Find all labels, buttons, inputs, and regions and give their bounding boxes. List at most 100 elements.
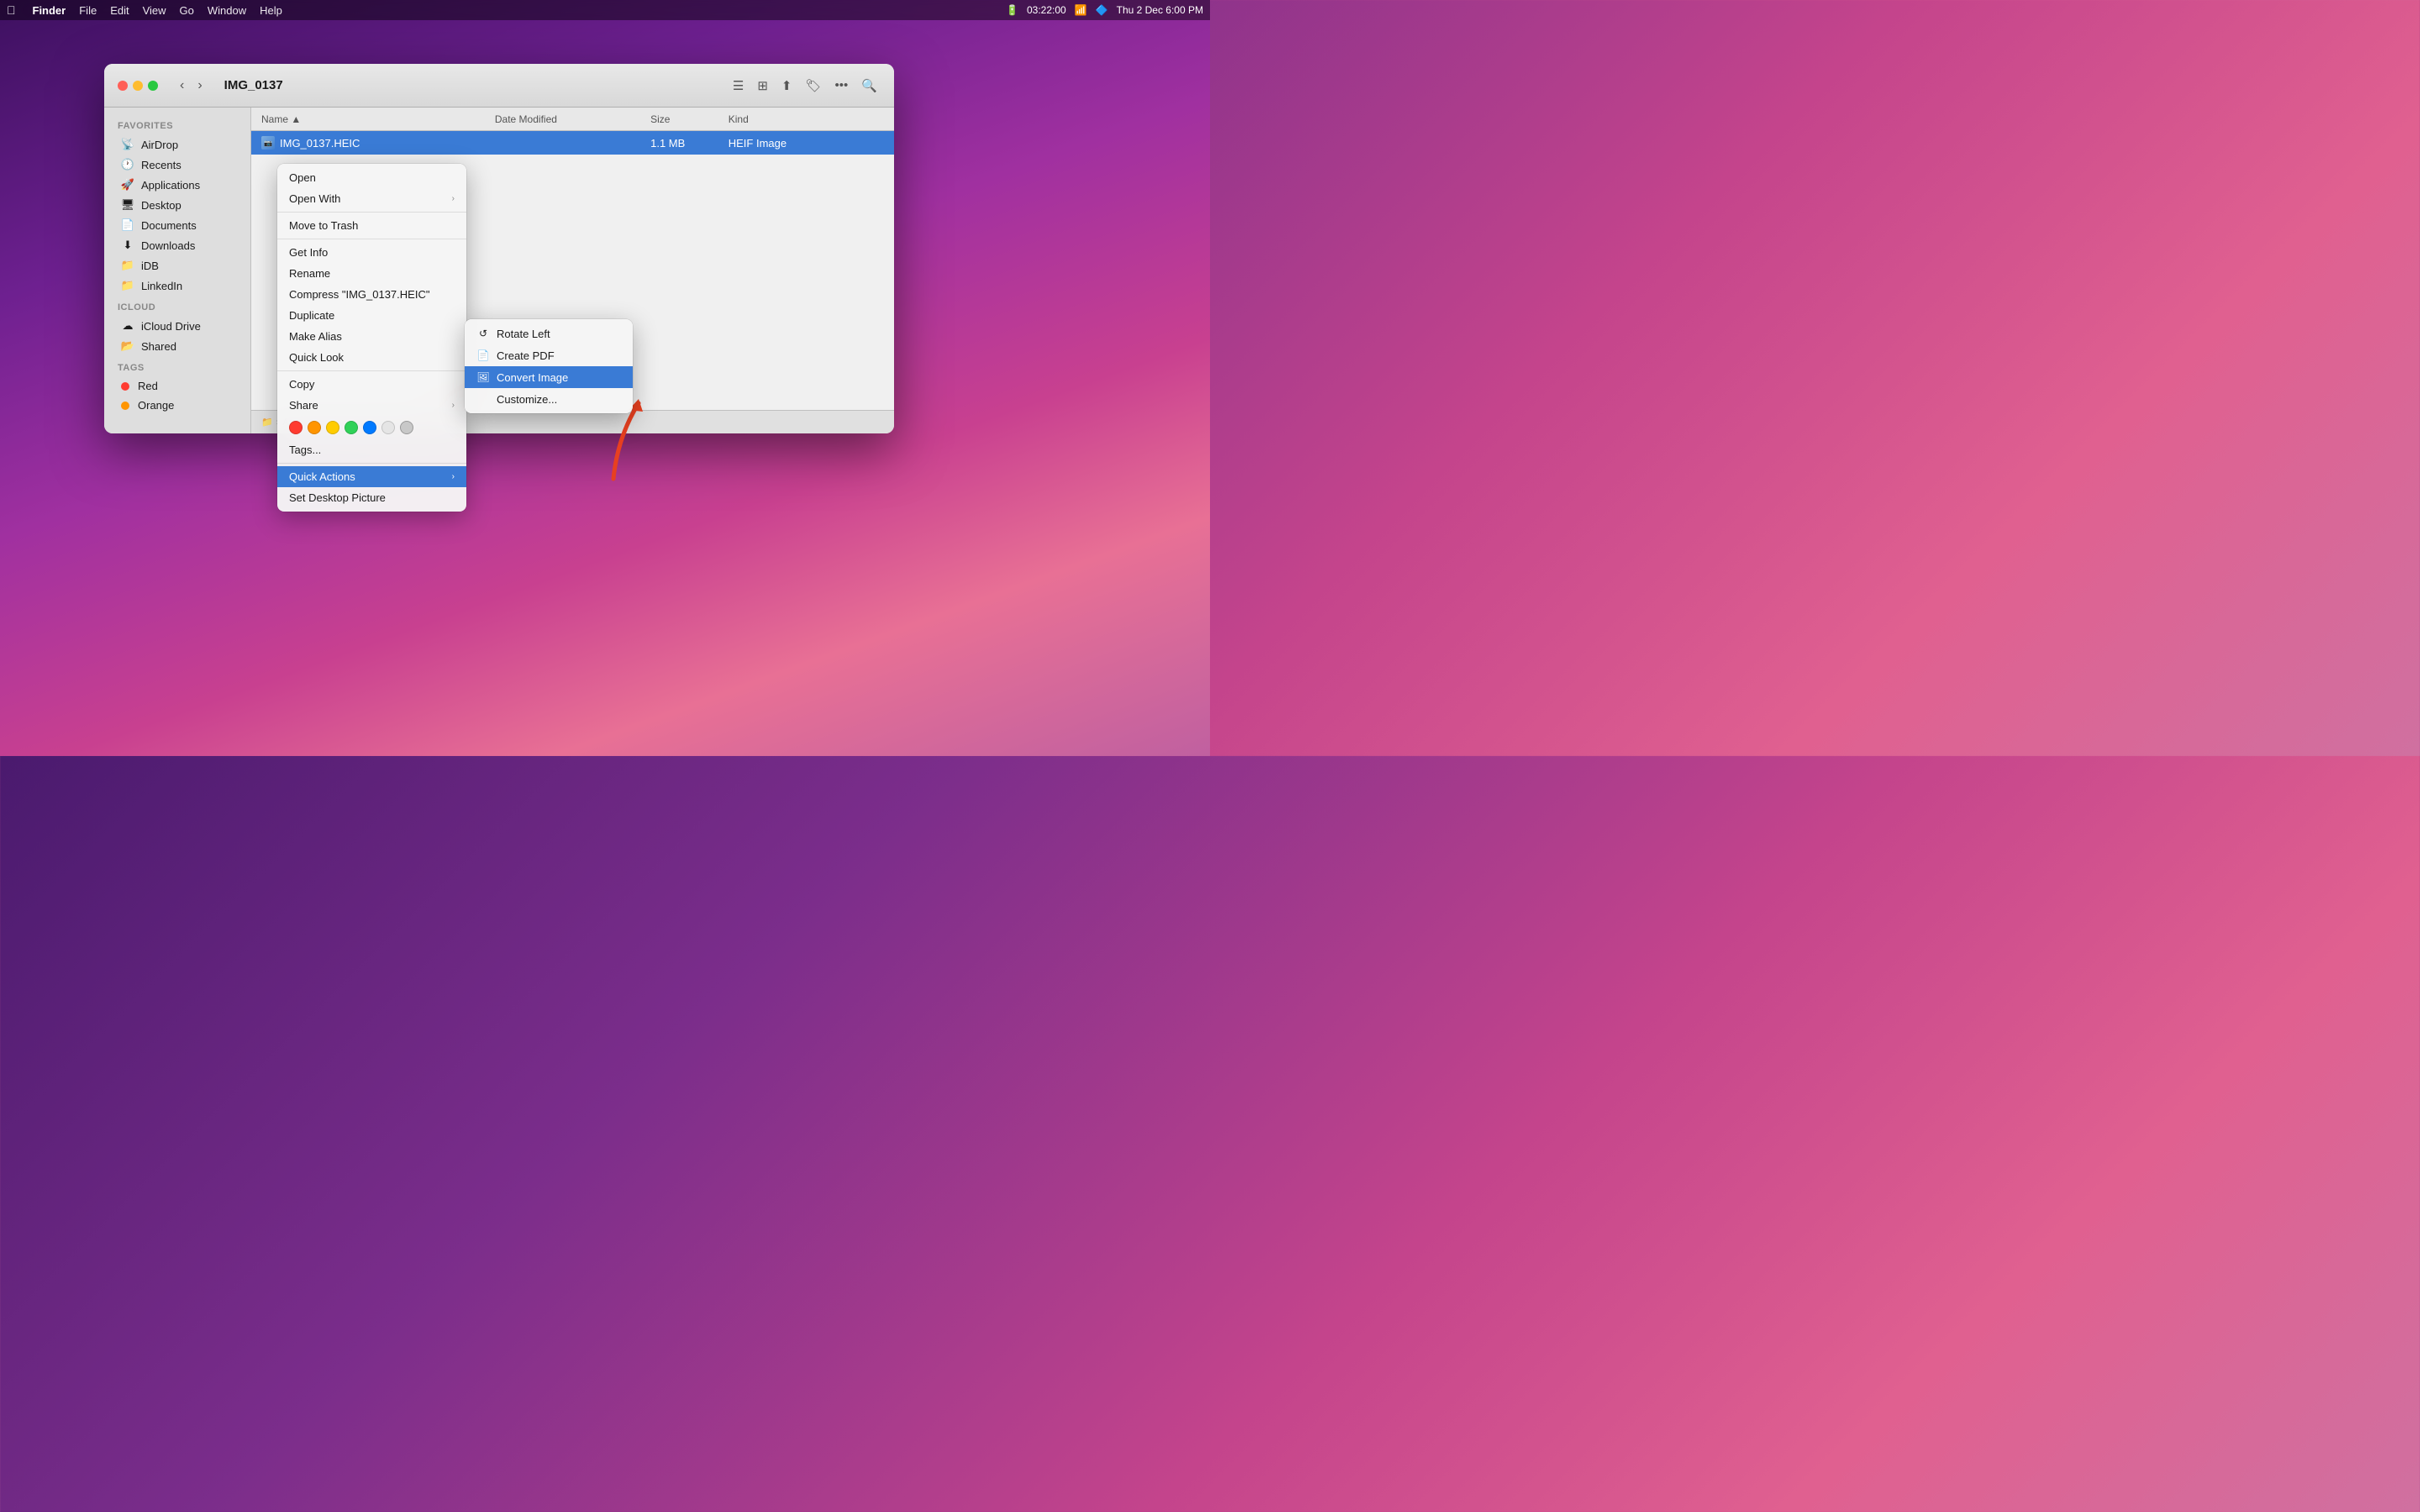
icloud-label: iCloud [104, 296, 250, 316]
menu-open[interactable]: Open [277, 167, 466, 188]
documents-icon: 📄 [121, 218, 134, 232]
green-tag[interactable] [345, 421, 358, 434]
wifi-icon: 📶 [1075, 4, 1087, 16]
size-column-header[interactable]: Size [650, 113, 729, 125]
icloud-drive-label: iCloud Drive [141, 320, 201, 333]
file-name: IMG_0137.HEIC [280, 137, 360, 150]
finder-sidebar: Favorites 📡 AirDrop 🕐 Recents 🚀 Applicat… [104, 108, 251, 433]
finder-toolbar: ‹ › IMG_0137 ☰ ⊞ ⬆ 🏷 ••• 🔍 [104, 64, 894, 108]
apple-menu[interactable]:  [7, 3, 16, 17]
sidebar-item-airdrop[interactable]: 📡 AirDrop [108, 134, 247, 155]
menu-share[interactable]: Share › [277, 395, 466, 416]
more-button[interactable]: ••• [832, 75, 852, 96]
sidebar-item-documents[interactable]: 📄 Documents [108, 215, 247, 235]
menu-get-info[interactable]: Get Info [277, 242, 466, 263]
linkedin-icon: 📁 [121, 279, 134, 292]
orange-tag[interactable] [308, 421, 321, 434]
sidebar-item-red[interactable]: Red [108, 376, 247, 396]
lightgray-tag[interactable] [400, 421, 413, 434]
documents-label: Documents [141, 219, 197, 232]
submenu-customize[interactable]: Customize... [465, 388, 633, 410]
finder-title: IMG_0137 [224, 78, 283, 92]
orange-tag-label: Orange [138, 399, 174, 412]
quick-actions-chevron: › [452, 472, 455, 481]
menu-set-desktop[interactable]: Set Desktop Picture [277, 487, 466, 508]
tags-label: Tags [104, 356, 250, 376]
desktop-icon: 🖥 [121, 198, 134, 212]
forward-button[interactable]: › [192, 75, 207, 97]
tags-row [277, 416, 466, 439]
sidebar-item-idb[interactable]: 📁 iDB [108, 255, 247, 276]
icloud-drive-icon: ☁ [121, 319, 134, 333]
sidebar-item-orange[interactable]: Orange [108, 396, 247, 415]
menu-open-with[interactable]: Open With › [277, 188, 466, 209]
share-button[interactable]: ⬆ [778, 75, 796, 97]
search-button[interactable]: 🔍 [858, 75, 881, 97]
sidebar-item-linkedin[interactable]: 📁 LinkedIn [108, 276, 247, 296]
app-name[interactable]: Finder [33, 4, 66, 17]
sidebar-item-applications[interactable]: 🚀 Applications [108, 175, 247, 195]
name-column-header[interactable]: Name ▲ [261, 113, 495, 125]
yellow-tag[interactable] [326, 421, 339, 434]
menu-edit[interactable]: Edit [110, 4, 129, 17]
menu-help[interactable]: Help [260, 4, 282, 17]
linkedin-label: LinkedIn [141, 280, 182, 292]
traffic-lights [118, 81, 158, 91]
bluetooth-icon: 🔷 [1096, 4, 1108, 16]
applications-icon: 🚀 [121, 178, 134, 192]
file-kind: HEIF Image [729, 137, 884, 150]
submenu-rotate-left[interactable]: ↺ Rotate Left [465, 323, 633, 344]
time-display: 03:22:00 [1027, 4, 1066, 16]
recents-label: Recents [141, 159, 182, 171]
table-row[interactable]: 📷 IMG_0137.HEIC 1.1 MB HEIF Image [251, 131, 894, 155]
menu-window[interactable]: Window [208, 4, 246, 17]
shared-label: Shared [141, 340, 176, 353]
orange-tag-dot [121, 402, 129, 410]
create-pdf-icon: 📄 [476, 349, 490, 362]
separator [277, 463, 466, 464]
date-column-header[interactable]: Date Modified [495, 113, 650, 125]
rotate-left-icon: ↺ [476, 327, 490, 340]
view-list-button[interactable]: ☰ [729, 75, 747, 97]
menu-quick-look[interactable]: Quick Look [277, 347, 466, 368]
red-tag[interactable] [289, 421, 302, 434]
minimize-button[interactable] [133, 81, 143, 91]
customize-icon [476, 392, 490, 406]
maximize-button[interactable] [148, 81, 158, 91]
menu-compress[interactable]: Compress "IMG_0137.HEIC" [277, 284, 466, 305]
menu-copy[interactable]: Copy [277, 374, 466, 395]
menu-go[interactable]: Go [180, 4, 194, 17]
breadcrumb-item[interactable]: 📁 [261, 417, 273, 428]
separator [277, 212, 466, 213]
menubar:  Finder File Edit View Go Window Help 🔋… [0, 0, 1210, 20]
menu-tags[interactable]: Tags... [277, 439, 466, 460]
red-tag-dot [121, 382, 129, 391]
airdrop-icon: 📡 [121, 138, 134, 151]
back-button[interactable]: ‹ [175, 75, 189, 97]
sidebar-item-icloud-drive[interactable]: ☁ iCloud Drive [108, 316, 247, 336]
menu-quick-actions[interactable]: Quick Actions › [277, 466, 466, 487]
desktop-label: Desktop [141, 199, 182, 212]
tag-button[interactable]: 🏷 [802, 75, 825, 97]
blue-tag[interactable] [363, 421, 376, 434]
menu-make-alias[interactable]: Make Alias [277, 326, 466, 347]
kind-column-header[interactable]: Kind [729, 113, 884, 125]
sidebar-item-shared[interactable]: 📂 Shared [108, 336, 247, 356]
menu-move-to-trash[interactable]: Move to Trash [277, 215, 466, 236]
close-button[interactable] [118, 81, 128, 91]
sidebar-item-desktop[interactable]: 🖥 Desktop [108, 195, 247, 215]
menu-rename[interactable]: Rename [277, 263, 466, 284]
gray-tag[interactable] [381, 421, 395, 434]
submenu-convert-image[interactable]: 🖼 Convert Image [465, 366, 633, 388]
menu-file[interactable]: File [79, 4, 97, 17]
sidebar-item-recents[interactable]: 🕐 Recents [108, 155, 247, 175]
menu-view[interactable]: View [143, 4, 166, 17]
menu-duplicate[interactable]: Duplicate [277, 305, 466, 326]
red-tag-label: Red [138, 380, 158, 392]
idb-label: iDB [141, 260, 159, 272]
sidebar-item-downloads[interactable]: ⬇ Downloads [108, 235, 247, 255]
view-grid-button[interactable]: ⊞ [754, 75, 771, 97]
open-with-chevron: › [452, 194, 455, 203]
submenu-create-pdf[interactable]: 📄 Create PDF [465, 344, 633, 366]
date-display: Thu 2 Dec 6:00 PM [1117, 4, 1203, 16]
